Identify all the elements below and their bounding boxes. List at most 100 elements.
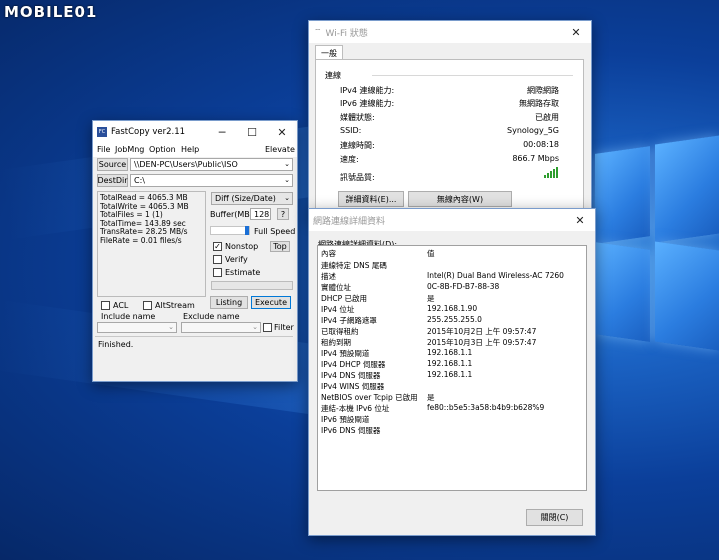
- wifi-row-speed: 速度: 866.7 Mbps: [340, 154, 559, 167]
- buffer-label: Buffer(MB): [210, 210, 253, 219]
- destdir-input[interactable]: C:\ ⌄: [130, 174, 293, 187]
- signal-bar: [550, 171, 552, 178]
- row-key: 已取得租約: [321, 327, 359, 336]
- wifi-titlebar[interactable]: ⌔ Wi-Fi 狀態 ✕: [309, 21, 591, 43]
- row-key: IPv4 連線能力:: [340, 86, 395, 95]
- verify-checkbox[interactable]: [213, 255, 222, 264]
- destdir-button[interactable]: DestDir: [97, 174, 128, 187]
- row-value: [427, 414, 586, 425]
- row-key: IPv6 預設閘道: [321, 415, 370, 424]
- signal-bar: [547, 173, 549, 178]
- table-row[interactable]: IPv4 子網路遮罩 255.255.255.0: [318, 315, 586, 326]
- table-row[interactable]: IPv6 DNS 伺服器: [318, 425, 586, 436]
- tab-general[interactable]: 一般: [315, 45, 343, 60]
- estimate-checkbox[interactable]: [213, 268, 222, 277]
- table-row[interactable]: 連結-本機 IPv6 位址 fe80::b5e5:3a58:b4b9:b628%9: [318, 403, 586, 414]
- wireless-properties-button[interactable]: 無線內容(W): [408, 191, 512, 207]
- row-value: 192.168.1.1: [427, 370, 473, 379]
- speed-slider[interactable]: [210, 226, 250, 235]
- top-button[interactable]: Top: [270, 241, 290, 252]
- check-mark-icon: ✓: [214, 242, 221, 251]
- menu-help[interactable]: Help: [181, 145, 199, 154]
- wifi-icon: ⌔: [314, 27, 322, 36]
- buffer-input[interactable]: 128: [250, 208, 271, 220]
- table-row[interactable]: IPv6 預設閘道: [318, 414, 586, 425]
- close-icon[interactable]: ✕: [565, 209, 595, 231]
- altstream-label: AltStream: [155, 301, 195, 310]
- table-row[interactable]: 連線特定 DNS 尾碼: [318, 260, 586, 271]
- minimize-icon[interactable]: ─: [207, 121, 237, 143]
- wifi-row-ipv6: IPv6 連線能力: 無網路存取: [340, 98, 559, 111]
- exclude-input[interactable]: ⌄: [181, 322, 261, 333]
- row-value: 網際網路: [527, 86, 559, 95]
- details-list[interactable]: 內容 值 連線特定 DNS 尾碼 描述 Intel(R) Dual Band Wi…: [317, 245, 587, 491]
- source-button[interactable]: Source: [97, 158, 128, 171]
- row-key: 連結-本機 IPv6 位址: [321, 404, 390, 413]
- filter-checkbox[interactable]: [263, 323, 272, 332]
- progress-bar: [211, 281, 293, 290]
- row-value: 2015年10月2日 上午 09:57:47: [427, 327, 537, 336]
- details-button[interactable]: 詳細資料(E)...: [338, 191, 404, 207]
- verify-label: Verify: [225, 255, 248, 264]
- speed-slider-thumb[interactable]: [245, 226, 249, 235]
- table-row[interactable]: IPv4 DHCP 伺服器 192.168.1.1: [318, 359, 586, 370]
- close-button[interactable]: 關閉(C): [526, 509, 583, 526]
- watermark-logo: MOBILE01: [4, 3, 98, 21]
- table-row[interactable]: DHCP 已啟用 是: [318, 293, 586, 304]
- table-row[interactable]: 實體位址 0C-8B-FD-B7-88-38: [318, 282, 586, 293]
- row-value: 無網路存取: [519, 99, 559, 108]
- chevron-down-icon[interactable]: ⌄: [284, 160, 290, 168]
- acl-checkbox[interactable]: [101, 301, 110, 310]
- close-icon[interactable]: ✕: [561, 21, 591, 43]
- table-row[interactable]: IPv4 DNS 伺服器 192.168.1.1: [318, 370, 586, 381]
- menu-jobmng[interactable]: JobMng: [115, 145, 144, 154]
- row-value: fe80::b5e5:3a58:b4b9:b628%9: [427, 403, 545, 412]
- column-header-property[interactable]: 內容: [318, 248, 427, 259]
- destdir-value: C:\: [134, 176, 145, 185]
- buffer-value: 128: [254, 209, 270, 219]
- column-header-value[interactable]: 值: [427, 248, 586, 259]
- network-details-window: 網路連線詳細資料 ✕ 網路連線詳細資料(D): 內容 值 連線特定 DNS 尾碼…: [308, 208, 596, 536]
- fastcopy-titlebar[interactable]: FC FastCopy ver2.11 ─ ☐ ✕: [93, 121, 297, 143]
- status-log: Finished.: [95, 336, 293, 379]
- row-value: [427, 381, 586, 392]
- details-titlebar[interactable]: 網路連線詳細資料 ✕: [309, 209, 595, 231]
- help-button[interactable]: ?: [277, 208, 289, 220]
- row-key: IPv4 WINS 伺服器: [321, 382, 385, 391]
- wifi-title: Wi-Fi 狀態: [325, 28, 368, 39]
- chevron-down-icon[interactable]: ⌄: [284, 176, 290, 184]
- close-icon[interactable]: ✕: [267, 121, 297, 143]
- table-row[interactable]: IPv4 預設閘道 192.168.1.1: [318, 348, 586, 359]
- menu-file[interactable]: File: [97, 145, 110, 154]
- table-row[interactable]: 已取得租約 2015年10月2日 上午 09:57:47: [318, 326, 586, 337]
- chevron-down-icon[interactable]: ⌄: [284, 194, 290, 202]
- table-row[interactable]: IPv4 位址 192.168.1.90: [318, 304, 586, 315]
- row-key: IPv4 DHCP 伺服器: [321, 360, 386, 369]
- row-key: SSID:: [340, 126, 362, 135]
- altstream-checkbox[interactable]: [143, 301, 152, 310]
- row-key: 實體位址: [321, 283, 351, 292]
- chevron-down-icon[interactable]: ⌄: [252, 323, 258, 331]
- nonstop-checkbox[interactable]: ✓: [213, 242, 222, 251]
- wifi-tab-panel: 連線 IPv4 連線能力: 網際網路 IPv6 連線能力: 無網路存取 媒體狀態: 已…: [315, 59, 584, 211]
- table-row[interactable]: 描述 Intel(R) Dual Band Wireless-AC 7260: [318, 271, 586, 282]
- menu-elevate[interactable]: Elevate: [265, 145, 295, 154]
- row-key: 連線時間:: [340, 141, 375, 150]
- row-value: 已啟用: [535, 113, 559, 122]
- signal-bar: [544, 175, 546, 178]
- listing-button[interactable]: Listing: [210, 296, 248, 309]
- maximize-icon[interactable]: ☐: [237, 121, 267, 143]
- source-input[interactable]: \\DEN-PC\Users\Public\ISO ⌄: [130, 158, 293, 171]
- window-pane-logo: [655, 241, 719, 351]
- mode-select[interactable]: Diff (Size/Date) ⌄: [211, 192, 293, 205]
- table-row[interactable]: IPv4 WINS 伺服器: [318, 381, 586, 392]
- chevron-down-icon[interactable]: ⌄: [168, 323, 174, 331]
- table-row[interactable]: NetBIOS over Tcpip 已啟用是: [318, 392, 586, 403]
- menu-option[interactable]: Option: [149, 145, 176, 154]
- include-input[interactable]: ⌄: [97, 322, 177, 333]
- execute-button[interactable]: Execute: [251, 296, 291, 309]
- fastcopy-app-icon: FC: [97, 127, 107, 137]
- window-pane-logo: [595, 146, 650, 244]
- table-row[interactable]: 租約到期 2015年10月3日 上午 09:57:47: [318, 337, 586, 348]
- window-pane-logo: [595, 242, 650, 342]
